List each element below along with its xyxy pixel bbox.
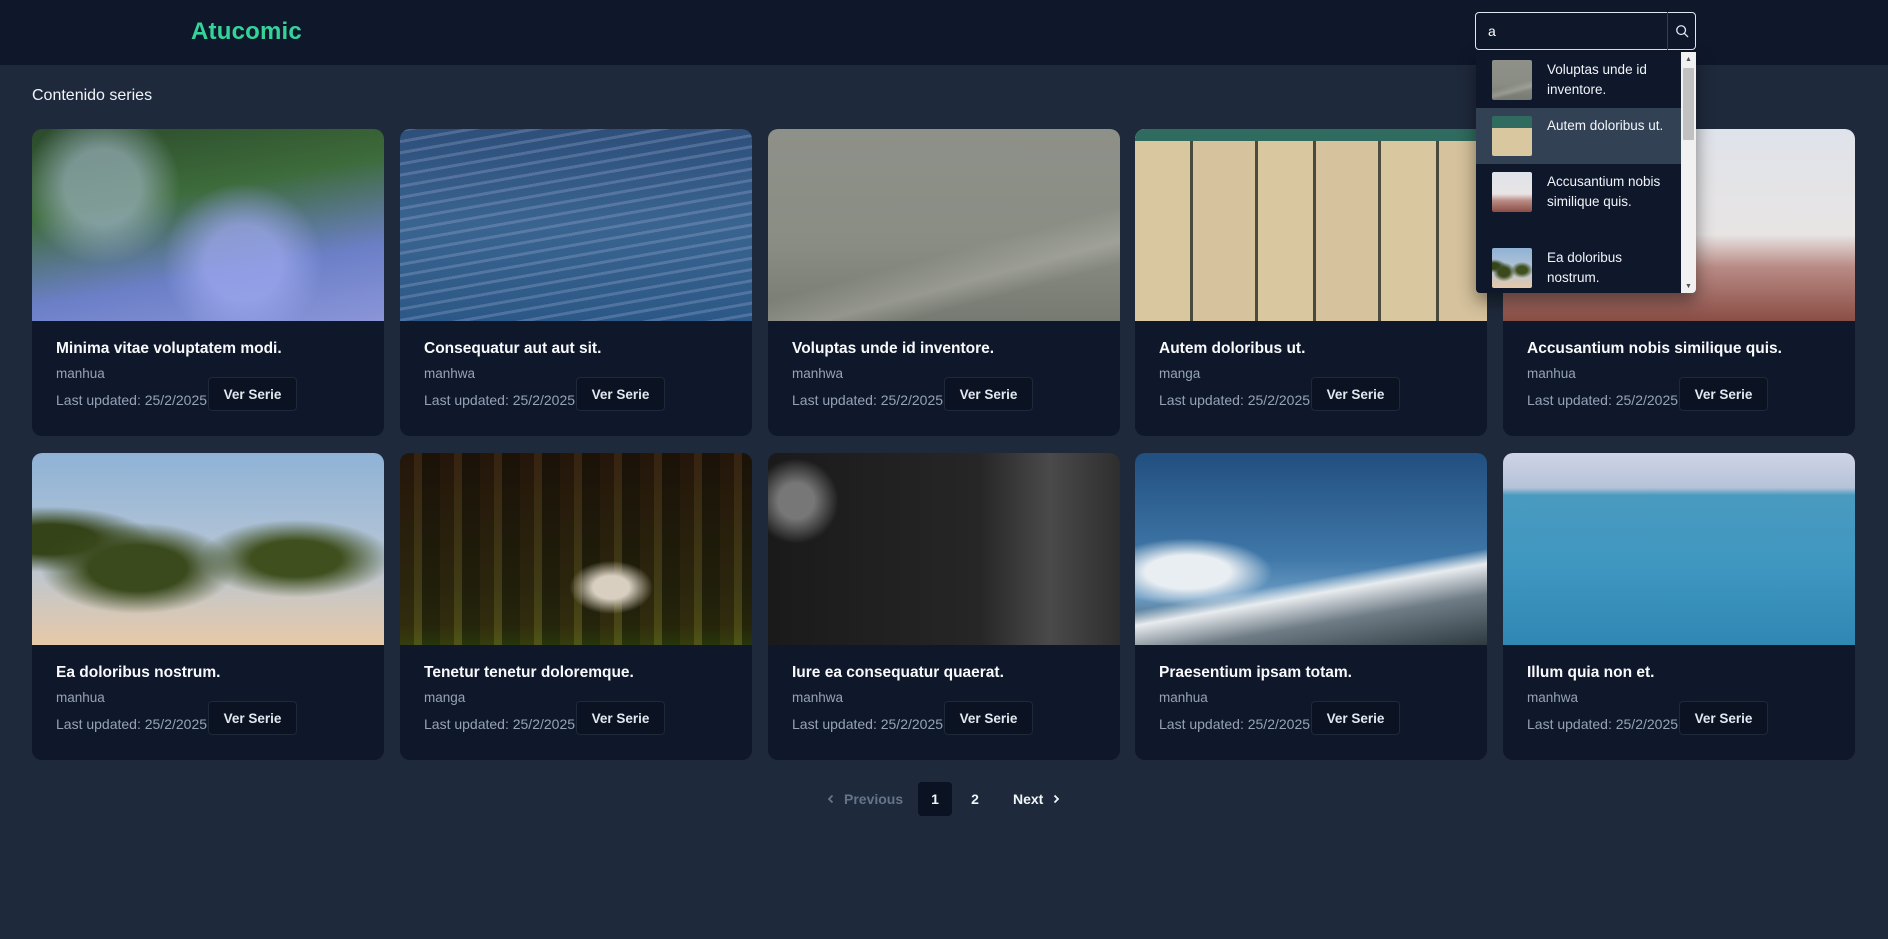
- section-title: Contenido series: [32, 87, 153, 104]
- chevron-left-icon: [827, 794, 834, 804]
- search-result-item[interactable]: Accusantium nobis similique quis.: [1476, 164, 1681, 240]
- series-cover-image[interactable]: [400, 453, 752, 645]
- series-cover-image[interactable]: [1135, 129, 1487, 321]
- series-card: Consequatur aut aut sit. manhwa Last upd…: [400, 129, 752, 436]
- next-page-button[interactable]: Next: [1013, 782, 1061, 816]
- page-1-button[interactable]: 1: [918, 782, 952, 816]
- series-type: manhua: [56, 690, 105, 705]
- series-last-updated: Last updated: 25/2/2025: [1527, 716, 1679, 732]
- series-last-updated: Last updated: 25/2/2025: [792, 716, 944, 732]
- series-last-updated: Last updated: 25/2/2025: [56, 716, 208, 732]
- search-result-title: Ea doloribus nostrum.: [1547, 250, 1623, 285]
- series-type: manhua: [56, 366, 105, 381]
- series-last-updated: Last updated: 25/2/2025: [792, 392, 944, 408]
- search-results-dropdown: Voluptas unde id inventore. Autem dolori…: [1476, 52, 1696, 293]
- ver-serie-button[interactable]: Ver Serie: [944, 377, 1033, 411]
- ver-serie-button[interactable]: Ver Serie: [208, 701, 297, 735]
- series-title: Ea doloribus nostrum.: [56, 664, 221, 681]
- series-card: Tenetur tenetur doloremque. manga Last u…: [400, 453, 752, 760]
- series-cover-image[interactable]: [1503, 453, 1855, 645]
- series-last-updated: Last updated: 25/2/2025: [56, 392, 208, 408]
- search-result-item[interactable]: Autem doloribus ut.: [1476, 108, 1681, 164]
- series-title: Tenetur tenetur doloremque.: [424, 664, 634, 681]
- previous-label: Previous: [844, 791, 904, 807]
- palms-icon: [1492, 248, 1532, 288]
- series-card: Ea doloribus nostrum. manhua Last update…: [32, 453, 384, 760]
- series-type: manga: [1159, 366, 1201, 381]
- dropdown-scrollbar[interactable]: ▲ ▼: [1681, 52, 1696, 293]
- series-type: manhua: [1527, 366, 1576, 381]
- series-title: Praesentium ipsam totam.: [1159, 664, 1352, 681]
- series-last-updated: Last updated: 25/2/2025: [424, 392, 576, 408]
- series-title: Autem doloribus ut.: [1159, 340, 1306, 357]
- series-cover-image[interactable]: [768, 453, 1120, 645]
- ver-serie-button[interactable]: Ver Serie: [576, 701, 665, 735]
- series-card: Voluptas unde id inventore. manhwa Last …: [768, 129, 1120, 436]
- series-title: Illum quia non et.: [1527, 664, 1655, 681]
- fog-icon: [1492, 60, 1532, 100]
- scrollbar-thumb[interactable]: [1683, 68, 1694, 140]
- series-title: Minima vitae voluptatem modi.: [56, 340, 282, 357]
- series-title: Voluptas unde id inventore.: [792, 340, 995, 357]
- ver-serie-button[interactable]: Ver Serie: [1679, 701, 1768, 735]
- series-type: manhwa: [792, 690, 844, 705]
- series-type: manga: [424, 690, 466, 705]
- series-card: Autem doloribus ut. manga Last updated: …: [1135, 129, 1487, 436]
- previous-page-button[interactable]: Previous: [826, 782, 903, 816]
- pagination: Previous 1 2 Next: [0, 782, 1888, 816]
- series-type: manhwa: [1527, 690, 1579, 705]
- series-last-updated: Last updated: 25/2/2025: [1159, 392, 1311, 408]
- wood-icon: [1492, 116, 1532, 156]
- series-title: Iure ea consequatur quaerat.: [792, 664, 1004, 681]
- ver-serie-button[interactable]: Ver Serie: [1679, 377, 1768, 411]
- series-card: Illum quia non et. manhwa Last updated: …: [1503, 453, 1855, 760]
- series-type: manhwa: [424, 366, 476, 381]
- site-logo[interactable]: Atucomic: [191, 18, 302, 46]
- search-result-title: Autem doloribus ut.: [1547, 118, 1664, 133]
- series-card: Praesentium ipsam totam. manhua Last upd…: [1135, 453, 1487, 760]
- ver-serie-button[interactable]: Ver Serie: [1311, 377, 1400, 411]
- search-result-title: Accusantium nobis similique quis.: [1547, 174, 1661, 209]
- search-icon: [1676, 25, 1689, 38]
- series-cover-image[interactable]: [768, 129, 1120, 321]
- series-cover-image[interactable]: [1135, 453, 1487, 645]
- search-button[interactable]: [1667, 12, 1696, 50]
- ver-serie-button[interactable]: Ver Serie: [576, 377, 665, 411]
- series-cover-image[interactable]: [32, 453, 384, 645]
- series-type: manhwa: [792, 366, 844, 381]
- series-title: Accusantium nobis similique quis.: [1527, 340, 1782, 357]
- series-last-updated: Last updated: 25/2/2025: [1159, 716, 1311, 732]
- chevron-right-icon: [1054, 794, 1060, 804]
- scroll-down-arrow-icon[interactable]: ▼: [1681, 279, 1696, 293]
- ver-serie-button[interactable]: Ver Serie: [208, 377, 297, 411]
- series-cover-image[interactable]: [400, 129, 752, 321]
- series-card: Iure ea consequatur quaerat. manhwa Last…: [768, 453, 1120, 760]
- series-last-updated: Last updated: 25/2/2025: [424, 716, 576, 732]
- search-results-list: Voluptas unde id inventore. Autem dolori…: [1476, 52, 1681, 293]
- search-result-item[interactable]: Ea doloribus nostrum.: [1476, 240, 1681, 293]
- search-result-item[interactable]: Voluptas unde id inventore.: [1476, 52, 1681, 108]
- series-cover-image[interactable]: [32, 129, 384, 321]
- series-last-updated: Last updated: 25/2/2025: [1527, 392, 1679, 408]
- desert-icon: [1492, 172, 1532, 212]
- scroll-up-arrow-icon[interactable]: ▲: [1681, 52, 1696, 66]
- search-input[interactable]: [1475, 12, 1696, 50]
- search-result-title: Voluptas unde id inventore.: [1547, 62, 1647, 97]
- series-title: Consequatur aut aut sit.: [424, 340, 602, 357]
- ver-serie-button[interactable]: Ver Serie: [944, 701, 1033, 735]
- next-label: Next: [1013, 791, 1044, 807]
- ver-serie-button[interactable]: Ver Serie: [1311, 701, 1400, 735]
- series-card: Minima vitae voluptatem modi. manhua Las…: [32, 129, 384, 436]
- page-2-button[interactable]: 2: [958, 782, 992, 816]
- series-type: manhua: [1159, 690, 1208, 705]
